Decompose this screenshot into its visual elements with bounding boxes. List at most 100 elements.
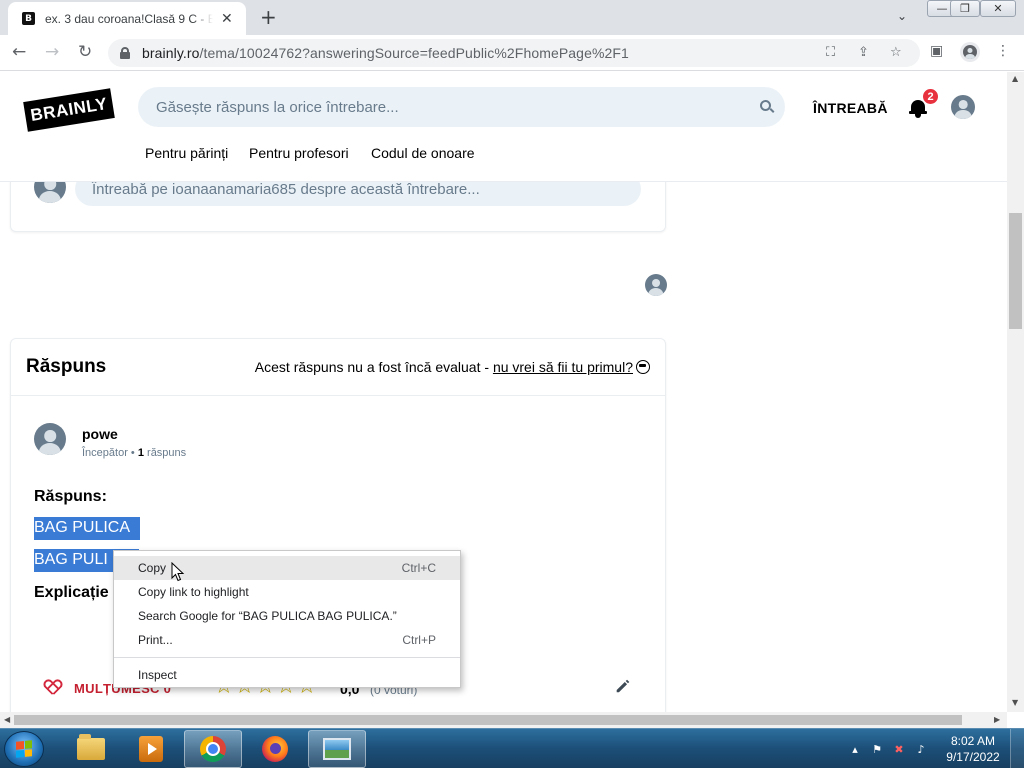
taskbar-clock[interactable]: 8:02 AM 9/17/2022 <box>944 733 1002 765</box>
bookmark-star-icon[interactable]: ☆ <box>890 45 902 60</box>
notification-count-badge: 2 <box>922 88 939 105</box>
tab-search-chevron-down-icon[interactable]: ⌄ <box>897 9 907 23</box>
ctx-inspect-label: Inspect <box>138 668 177 682</box>
taskbar-explorer[interactable] <box>62 730 120 768</box>
taskbar-media-player[interactable] <box>122 730 180 768</box>
user-avatar-icon[interactable] <box>951 95 975 119</box>
back-icon[interactable]: ← <box>12 42 26 62</box>
ctx-separator <box>114 657 460 658</box>
ctx-search-google[interactable]: Search Google for “BAG PULICA BAG PULICA… <box>114 604 460 628</box>
scroll-up-arrow-icon[interactable]: ▲ <box>1012 74 1018 83</box>
ctx-inspect[interactable]: Inspect <box>114 663 460 687</box>
tab-strip: B ex. 3 dau coroana!Clasă 9 C - Bra ✕ + … <box>0 0 1024 35</box>
cool-emoji-icon <box>636 360 650 374</box>
show-desktop-button[interactable] <box>1010 729 1024 768</box>
ctx-copy-shortcut: Ctrl+C <box>401 561 436 575</box>
context-menu: Copy Ctrl+C Copy link to highlight Search… <box>113 550 461 688</box>
show-hidden-icons-icon[interactable]: ▴ <box>848 742 862 756</box>
scroll-right-arrow-icon[interactable]: ▶ <box>994 715 1000 724</box>
clock-time: 8:02 AM <box>950 734 996 748</box>
new-tab-button[interactable]: + <box>260 5 277 29</box>
ctx-search-google-label: Search Google for “BAG PULICA BAG PULICA… <box>138 609 397 623</box>
search-icon[interactable] <box>760 100 771 111</box>
network-disconnected-icon[interactable]: ✖ <box>892 742 906 756</box>
ctx-print-label: Print... <box>138 633 173 647</box>
url-host: brainly.ro <box>142 45 200 61</box>
edit-pencil-icon[interactable] <box>614 677 632 695</box>
heart-icon <box>44 680 62 696</box>
volume-icon[interactable]: ♪ <box>914 742 928 756</box>
logo-text: BRAINLY <box>29 94 109 125</box>
url-path: /tema/10024762?answeringSource=feedPubli… <box>199 45 629 61</box>
folder-icon <box>77 734 105 760</box>
ctx-print-shortcut: Ctrl+P <box>402 633 436 647</box>
share-icon[interactable]: ⇪ <box>858 45 869 60</box>
author-rank: Începător <box>82 447 128 459</box>
author-answers-label: răspuns <box>147 447 187 459</box>
rate-first-link[interactable]: nu vrei să fii tu primul? <box>493 359 633 375</box>
answer-label: Răspuns: <box>34 488 107 505</box>
vertical-scrollbar[interactable]: ▲ ▼ <box>1007 72 1024 712</box>
search-bar[interactable] <box>138 87 785 127</box>
taskbar-firefox[interactable] <box>246 730 304 768</box>
windows-taskbar: ▴ ⚑ ✖ ♪ 8:02 AM 9/17/2022 <box>0 728 1024 768</box>
ctx-copy-label: Copy <box>138 561 167 575</box>
taskbar-image-viewer[interactable] <box>308 730 366 768</box>
floating-user-icon[interactable] <box>645 274 667 296</box>
brainly-favicon-icon: B <box>22 12 35 25</box>
tab-title: ex. 3 dau coroana!Clasă 9 C - Bra <box>45 11 213 26</box>
horizontal-scroll-thumb[interactable] <box>14 715 962 725</box>
site-header: BRAINLY ÎNTREABĂ 2 Pentru părinți Pentru… <box>0 72 1007 182</box>
author-avatar[interactable] <box>34 423 66 455</box>
media-player-icon <box>139 736 163 762</box>
url-text: brainly.ro/tema/10024762?answeringSource… <box>142 45 629 61</box>
brainly-logo[interactable]: BRAINLY <box>23 88 115 132</box>
author-answers-count: 1 <box>137 447 144 459</box>
ctx-copy-link-label: Copy link to highlight <box>138 585 249 599</box>
start-button[interactable] <box>4 731 44 767</box>
active-tab[interactable]: B ex. 3 dau coroana!Clasă 9 C - Bra ✕ <box>8 2 246 35</box>
chrome-menu-icon[interactable]: ⋮ <box>996 43 1010 59</box>
ask-question-button[interactable]: ÎNTREABĂ <box>813 100 888 116</box>
browser-toolbar: ← → ↻ brainly.ro/tema/10024762?answering… <box>0 35 1024 71</box>
lock-icon[interactable] <box>120 47 130 59</box>
image-viewer-icon <box>323 738 351 760</box>
nav-honor-code-link[interactable]: Codul de onoare <box>371 145 475 161</box>
answer-text-line-1: BAG PULICA <box>34 517 140 540</box>
chrome-icon <box>200 736 226 762</box>
author-meta: Începător • 1 răspuns <box>82 447 187 459</box>
close-window-button[interactable]: ✕ <box>980 0 1016 17</box>
not-rated-text: Acest răspuns nu a fost încă evaluat - <box>254 359 493 375</box>
scroll-down-arrow-icon[interactable]: ▼ <box>1012 698 1018 707</box>
ctx-copy[interactable]: Copy Ctrl+C <box>114 556 460 580</box>
system-tray: ▴ ⚑ ✖ ♪ <box>840 729 928 768</box>
vertical-scroll-thumb[interactable] <box>1009 213 1022 329</box>
reload-icon[interactable]: ↻ <box>78 42 92 62</box>
scroll-left-arrow-icon[interactable]: ◀ <box>4 715 10 724</box>
clock-date: 9/17/2022 <box>946 750 1000 764</box>
search-input[interactable] <box>156 98 736 116</box>
firefox-icon <box>262 736 288 762</box>
windows-logo-icon <box>16 740 32 758</box>
ctx-copy-link-highlight[interactable]: Copy link to highlight <box>114 580 460 604</box>
mouse-cursor-icon <box>171 562 185 582</box>
ctx-print[interactable]: Print... Ctrl+P <box>114 628 460 652</box>
answer-card-header: Răspuns Acest răspuns nu a fost încă eva… <box>10 338 666 396</box>
profile-avatar <box>963 45 977 59</box>
horizontal-scrollbar[interactable]: ◀ ▶ <box>0 712 1007 728</box>
forward-icon[interactable]: → <box>45 42 59 62</box>
tab-close-icon[interactable]: ✕ <box>221 10 233 27</box>
explanation-label: Explicație <box>34 584 109 601</box>
maximize-button[interactable]: ❐ <box>950 0 980 17</box>
translate-icon[interactable]: ⛶ <box>826 45 835 60</box>
author-name[interactable]: powe <box>82 426 118 442</box>
side-panel-icon[interactable]: ▣ <box>930 43 943 59</box>
profile-icon[interactable] <box>960 42 980 62</box>
address-bar[interactable]: brainly.ro/tema/10024762?answeringSource… <box>108 39 920 67</box>
taskbar-chrome[interactable] <box>184 730 242 768</box>
nav-teachers-link[interactable]: Pentru profesori <box>249 145 349 161</box>
answer-section-title: Răspuns <box>26 356 107 377</box>
nav-parents-link[interactable]: Pentru părinți <box>145 145 228 161</box>
not-rated-notice: Acest răspuns nu a fost încă evaluat - n… <box>255 359 650 375</box>
action-center-flag-icon[interactable]: ⚑ <box>870 742 884 756</box>
